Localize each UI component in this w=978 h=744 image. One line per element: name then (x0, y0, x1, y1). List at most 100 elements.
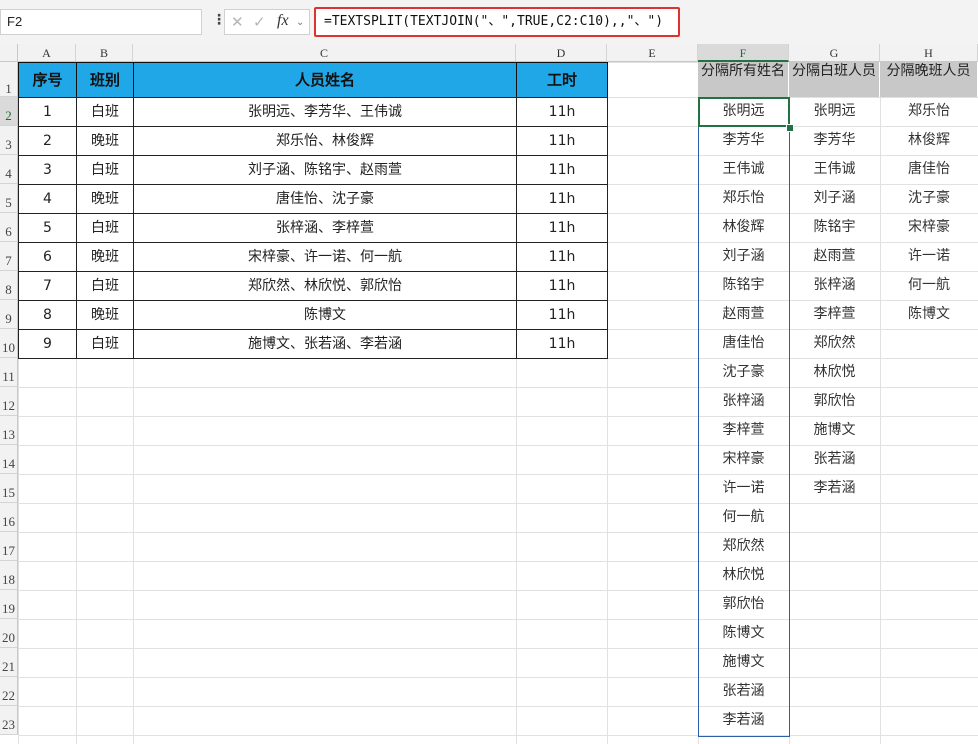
night-shift-cell[interactable]: 陈博文 (880, 300, 978, 329)
table-cell[interactable]: 1 (18, 97, 77, 127)
table-cell[interactable]: 郑欣然、林欣悦、郭欣怡 (133, 271, 517, 301)
row-header-7[interactable]: 7 (0, 242, 18, 271)
day-shift-cell[interactable]: 赵雨萱 (789, 242, 880, 271)
column-header-a[interactable]: A (18, 44, 76, 62)
table-cell[interactable]: 白班 (76, 329, 134, 359)
row-header-6[interactable]: 6 (0, 213, 18, 242)
day-shift-cell[interactable]: 张明远 (789, 97, 880, 126)
day-shift-cell[interactable]: 陈铭宇 (789, 213, 880, 242)
name-box[interactable]: F2 (0, 9, 202, 35)
row-header-11[interactable]: 11 (0, 358, 18, 387)
night-shift-cell[interactable]: 宋梓豪 (880, 213, 978, 242)
row-header-14[interactable]: 14 (0, 445, 18, 474)
table-cell[interactable]: 11h (516, 184, 608, 214)
table-cell[interactable]: 宋梓豪、许一诺、何一航 (133, 242, 517, 272)
row-header-9[interactable]: 9 (0, 300, 18, 329)
table-cell[interactable]: 4 (18, 184, 77, 214)
table-cell[interactable]: 8 (18, 300, 77, 330)
table-cell[interactable]: 唐佳怡、沈子豪 (133, 184, 517, 214)
row-header-23[interactable]: 23 (0, 706, 18, 735)
table-cell[interactable]: 3 (18, 155, 77, 185)
row-header-8[interactable]: 8 (0, 271, 18, 300)
table-cell[interactable]: 晚班 (76, 184, 134, 214)
cancel-icon[interactable]: ✕ (231, 13, 244, 31)
night-shift-cell[interactable]: 沈子豪 (880, 184, 978, 213)
fill-handle[interactable] (786, 124, 794, 132)
day-shift-cell[interactable]: 张若涵 (789, 445, 880, 474)
day-shift-cell[interactable]: 郭欣怡 (789, 387, 880, 416)
day-shift-cell[interactable]: 张梓涵 (789, 271, 880, 300)
row-header-15[interactable]: 15 (0, 474, 18, 503)
table-cell[interactable]: 张梓涵、李梓萱 (133, 213, 517, 243)
row-header-3[interactable]: 3 (0, 126, 18, 155)
day-shift-cell[interactable]: 李芳华 (789, 126, 880, 155)
row-header-18[interactable]: 18 (0, 561, 18, 590)
table-cell[interactable]: 白班 (76, 213, 134, 243)
day-shift-cell[interactable]: 刘子涵 (789, 184, 880, 213)
table-cell[interactable]: 11h (516, 126, 608, 156)
table-header-cell[interactable]: 班别 (76, 62, 134, 98)
table-cell[interactable]: 9 (18, 329, 77, 359)
night-shift-cell[interactable]: 许一诺 (880, 242, 978, 271)
row-header-4[interactable]: 4 (0, 155, 18, 184)
table-cell[interactable]: 晚班 (76, 242, 134, 272)
table-cell[interactable]: 11h (516, 155, 608, 185)
table-cell[interactable]: 张明远、李芳华、王伟诚 (133, 97, 517, 127)
table-cell[interactable]: 11h (516, 300, 608, 330)
formula-input[interactable]: =TEXTSPLIT(TEXTJOIN("、",TRUE,C2:C10),,"、… (314, 7, 680, 37)
row-header-21[interactable]: 21 (0, 648, 18, 677)
table-cell[interactable]: 7 (18, 271, 77, 301)
table-cell[interactable]: 白班 (76, 97, 134, 127)
table-header-cell[interactable]: 序号 (18, 62, 77, 98)
table-cell[interactable]: 2 (18, 126, 77, 156)
day-shift-cell[interactable]: 李梓萱 (789, 300, 880, 329)
table-cell[interactable]: 陈博文 (133, 300, 517, 330)
column-header-h[interactable]: H (880, 44, 978, 62)
day-shift-cell[interactable]: 郑欣然 (789, 329, 880, 358)
table-cell[interactable]: 5 (18, 213, 77, 243)
table-cell[interactable]: 白班 (76, 271, 134, 301)
row-header-19[interactable]: 19 (0, 590, 18, 619)
column-header-d[interactable]: D (516, 44, 607, 62)
column-header-b[interactable]: B (76, 44, 133, 62)
day-shift-cell[interactable]: 林欣悦 (789, 358, 880, 387)
split-header-cell[interactable]: 分隔白班人员 (789, 62, 880, 97)
table-cell[interactable]: 晚班 (76, 300, 134, 330)
night-shift-cell[interactable]: 郑乐怡 (880, 97, 978, 126)
table-cell[interactable]: 6 (18, 242, 77, 272)
row-header-17[interactable]: 17 (0, 532, 18, 561)
enter-icon[interactable]: ✓ (253, 13, 266, 31)
row-header-5[interactable]: 5 (0, 184, 18, 213)
row-header-13[interactable]: 13 (0, 416, 18, 445)
column-header-g[interactable]: G (789, 44, 880, 62)
table-header-cell[interactable]: 人员姓名 (133, 62, 517, 98)
row-header-20[interactable]: 20 (0, 619, 18, 648)
table-header-cell[interactable]: 工时 (516, 62, 608, 98)
night-shift-cell[interactable]: 林俊辉 (880, 126, 978, 155)
night-shift-cell[interactable]: 何一航 (880, 271, 978, 300)
table-cell[interactable]: 11h (516, 213, 608, 243)
table-cell[interactable]: 郑乐怡、林俊辉 (133, 126, 517, 156)
select-all-corner[interactable] (0, 44, 18, 62)
column-header-f[interactable]: F (698, 44, 789, 62)
row-header-16[interactable]: 16 (0, 503, 18, 532)
split-header-cell[interactable]: 分隔所有姓名 (698, 62, 789, 97)
column-header-e[interactable]: E (607, 44, 698, 62)
column-header-c[interactable]: C (133, 44, 516, 62)
table-cell[interactable]: 刘子涵、陈铭宇、赵雨萱 (133, 155, 517, 185)
day-shift-cell[interactable]: 施博文 (789, 416, 880, 445)
row-header-12[interactable]: 12 (0, 387, 18, 416)
row-header-22[interactable]: 22 (0, 677, 18, 706)
chevron-down-icon[interactable]: ⌄ (296, 17, 304, 28)
table-cell[interactable]: 11h (516, 271, 608, 301)
split-header-cell[interactable]: 分隔晚班人员 (880, 62, 978, 97)
table-cell[interactable]: 晚班 (76, 126, 134, 156)
insert-function-icon[interactable]: fx (277, 12, 289, 30)
table-cell[interactable]: 白班 (76, 155, 134, 185)
day-shift-cell[interactable]: 李若涵 (789, 474, 880, 503)
table-cell[interactable]: 11h (516, 97, 608, 127)
table-cell[interactable]: 施博文、张若涵、李若涵 (133, 329, 517, 359)
row-header-10[interactable]: 10 (0, 329, 18, 358)
night-shift-cell[interactable]: 唐佳怡 (880, 155, 978, 184)
day-shift-cell[interactable]: 王伟诚 (789, 155, 880, 184)
